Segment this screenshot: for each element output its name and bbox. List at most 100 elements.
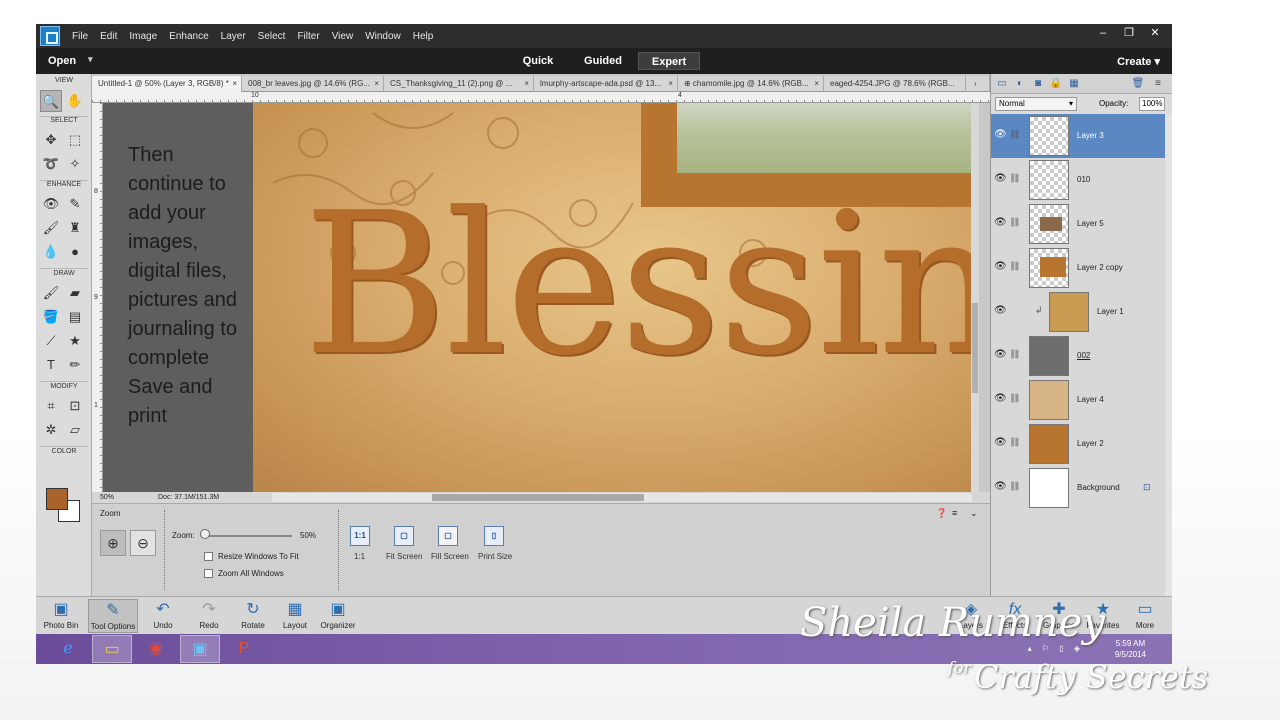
recompose-tool-icon[interactable]: ⊡	[64, 395, 86, 417]
eye-icon[interactable]: 👁	[994, 437, 1007, 448]
type-tool-icon[interactable]: T	[40, 354, 62, 376]
chevron-down-icon[interactable]: ▾	[88, 54, 93, 65]
chrome-icon[interactable]: ◉	[136, 635, 176, 663]
mode-guided[interactable]: Guided	[570, 52, 636, 70]
layer-row[interactable]: 👁 ⛓ Layer 3	[991, 114, 1165, 158]
rotate-button[interactable]: ↻ Rotate	[230, 599, 276, 633]
foreground-color-swatch[interactable]	[46, 488, 68, 510]
eye-icon[interactable]: 👁	[994, 393, 1007, 404]
help-icon[interactable]: ❓	[936, 508, 947, 519]
marquee-tool-icon[interactable]: ⬚	[64, 129, 86, 151]
zoom-readout[interactable]: 50%	[100, 492, 114, 503]
trash-icon[interactable]: 🗑	[1131, 77, 1145, 91]
resize-windows-checkbox[interactable]	[204, 552, 213, 561]
layer-row[interactable]: 👁 ⛓ Layer 2	[991, 422, 1165, 466]
brush-tool-icon[interactable]: 🖌	[40, 282, 62, 304]
eraser-tool-icon[interactable]: ▰	[64, 282, 86, 304]
sponge-tool-icon[interactable]: ●	[64, 241, 86, 263]
new-layer-icon[interactable]: ▭	[995, 77, 1009, 91]
more-button[interactable]: ▭ More	[1122, 599, 1168, 633]
magic-wand-tool-icon[interactable]: ✧	[64, 153, 86, 175]
lock-all-icon[interactable]: ▦	[1067, 77, 1081, 91]
zoom-slider-track[interactable]	[202, 535, 292, 537]
eye-icon[interactable]: 👁	[994, 481, 1007, 492]
print-size-button[interactable]: ▯	[484, 526, 504, 546]
adjustment-layer-icon[interactable]: ◐	[1013, 77, 1027, 91]
menu-help[interactable]: Help	[413, 31, 434, 42]
link-icon[interactable]: ⛓	[1009, 217, 1020, 228]
layer-row[interactable]: 👁 ⛓ Layer 2 copy	[991, 246, 1165, 290]
fit-screen-button[interactable]: ▢	[394, 526, 414, 546]
layers-scrollbar[interactable]	[1165, 114, 1172, 596]
create-button[interactable]: Create ▾	[1117, 55, 1160, 68]
tool-options-button[interactable]: ✎ Tool Options	[88, 599, 138, 633]
document-canvas[interactable]: Then continue to add your images, digita…	[103, 103, 979, 492]
eye-icon[interactable]: 👁	[994, 173, 1007, 184]
link-icon[interactable]: ⛓	[1009, 129, 1020, 140]
content-aware-move-icon[interactable]: ✲	[40, 419, 62, 441]
doc-tab[interactable]: ⊕ chamomile.jpg @ 14.6% (RGB... ×	[678, 76, 824, 92]
zoom-out-icon[interactable]: ⊖	[130, 530, 156, 556]
link-icon[interactable]: ⛓	[1009, 393, 1020, 404]
zoom-in-icon[interactable]: ⊕	[100, 530, 126, 556]
paint-bucket-tool-icon[interactable]: 🪣	[40, 306, 62, 328]
link-icon[interactable]: ⛓	[1009, 349, 1020, 360]
menu-edit[interactable]: Edit	[100, 31, 117, 42]
lasso-tool-icon[interactable]: ➰	[40, 153, 62, 175]
mode-quick[interactable]: Quick	[506, 52, 570, 70]
layer-mask-icon[interactable]: ◙	[1031, 77, 1045, 91]
link-icon[interactable]: ⛓	[1009, 481, 1020, 492]
menu-image[interactable]: Image	[129, 31, 157, 42]
blur-tool-icon[interactable]: 💧	[40, 241, 62, 263]
zoom-all-windows-checkbox[interactable]	[204, 569, 213, 578]
lock-icon[interactable]: 🔒	[1049, 77, 1063, 91]
mode-expert[interactable]: Expert	[638, 52, 700, 70]
close-icon[interactable]: ×	[232, 76, 237, 92]
move-tool-icon[interactable]: ✥	[40, 129, 62, 151]
doc-tab[interactable]: CS_Thanksgiving_11 (2).png @ ... ×	[384, 76, 534, 92]
doc-tab[interactable]: 008_br leaves.jpg @ 14.6% (RG... ×	[242, 76, 384, 92]
eye-icon[interactable]: 👁	[994, 261, 1007, 272]
menu-filter[interactable]: Filter	[297, 31, 319, 42]
pencil-tool-icon[interactable]: ✏	[64, 354, 86, 376]
shape-tool-icon[interactable]: ★	[64, 330, 86, 352]
close-icon[interactable]: ×	[374, 76, 379, 92]
menu-enhance[interactable]: Enhance	[169, 31, 208, 42]
powerpoint-icon[interactable]: P	[224, 635, 264, 663]
eye-icon[interactable]: 👁	[994, 217, 1007, 228]
close-icon[interactable]: ✕	[1144, 26, 1166, 40]
organizer-button[interactable]: ▣ Organizer	[315, 599, 361, 633]
layer-row[interactable]: 👁 ⛓ Layer 4	[991, 378, 1165, 422]
menu-window[interactable]: Window	[365, 31, 401, 42]
close-icon[interactable]: ×	[814, 76, 819, 92]
internet-explorer-icon[interactable]: ℯ	[48, 635, 88, 663]
file-explorer-icon[interactable]: ▭	[92, 635, 132, 663]
doc-tab[interactable]: Untitled-1 @ 50% (Layer 3, RGB/8) * ×	[92, 76, 242, 92]
red-eye-tool-icon[interactable]: 👁	[40, 193, 62, 215]
opacity-input[interactable]: 100%	[1139, 97, 1165, 111]
layer-row[interactable]: 👁 ⛓ Layer 5	[991, 202, 1165, 246]
tab-scroll-icon[interactable]: ›	[966, 76, 990, 92]
straighten-tool-icon[interactable]: ⏥	[64, 419, 86, 441]
eye-icon[interactable]: 👁	[994, 129, 1007, 140]
link-icon[interactable]: ⛓	[1009, 437, 1020, 448]
zoom-slider-handle[interactable]	[200, 529, 211, 539]
eyedropper-tool-icon[interactable]: ⟋	[40, 330, 62, 352]
close-icon[interactable]: ×	[524, 76, 529, 92]
menu-select[interactable]: Select	[258, 31, 286, 42]
link-icon[interactable]: ⛓	[1009, 173, 1020, 184]
undo-button[interactable]: ↶ Undo	[140, 599, 186, 633]
smart-brush-tool-icon[interactable]: 🖌	[40, 217, 62, 239]
menu-layer[interactable]: Layer	[221, 31, 246, 42]
menu-view[interactable]: View	[332, 31, 354, 42]
canvas-vertical-scrollbar[interactable]	[971, 103, 979, 492]
blend-mode-select[interactable]: Normal ▾	[995, 97, 1077, 111]
redo-button[interactable]: ↷ Redo	[186, 599, 232, 633]
layer-row[interactable]: 👁 ⛓ 002	[991, 334, 1165, 378]
crop-tool-icon[interactable]: ⌗	[40, 395, 62, 417]
link-icon[interactable]: ⛓	[1009, 261, 1020, 272]
layer-row[interactable]: 👁 ↲ Layer 1	[991, 290, 1165, 334]
fill-screen-button[interactable]: ▢	[438, 526, 458, 546]
close-icon[interactable]: ×	[668, 76, 673, 92]
panel-menu-icon[interactable]: ≡	[952, 508, 957, 518]
